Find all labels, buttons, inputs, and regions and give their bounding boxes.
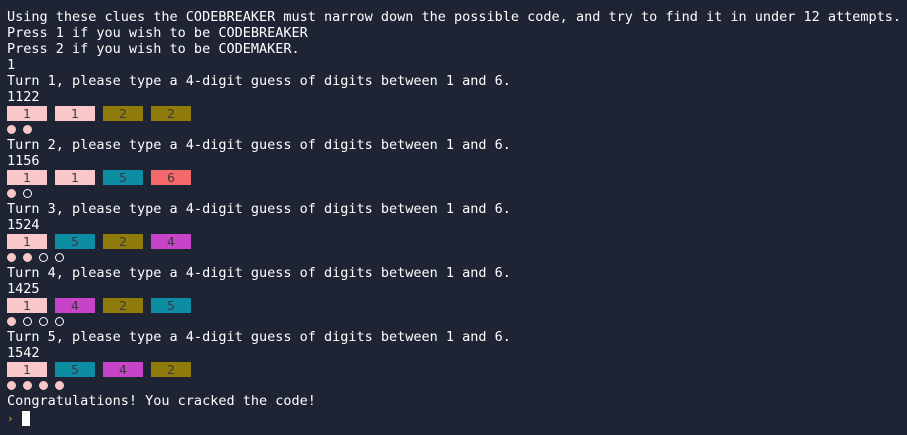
guess-pegs: 1425 <box>7 297 907 313</box>
color-match-circle-icon <box>55 252 64 262</box>
exact-match-dot-icon <box>39 380 48 390</box>
exact-match-dot-icon <box>23 252 32 262</box>
terminal-console[interactable]: Using these clues the CODEBREAKER must n… <box>0 0 907 435</box>
option-codebreaker: Press 1 if you wish to be CODEBREAKER <box>7 25 308 41</box>
color-match-circle-icon <box>39 316 48 326</box>
peg-2: 2 <box>151 361 191 377</box>
peg-5: 5 <box>55 361 95 377</box>
chevron-right-icon: › <box>7 411 14 425</box>
turn-history: Turn 1, please type a 4-digit guess of d… <box>7 73 907 393</box>
intro-instructions: Using these clues the CODEBREAKER must n… <box>7 9 902 25</box>
peg-1: 1 <box>7 233 47 249</box>
peg-4: 4 <box>103 361 143 377</box>
peg-4: 4 <box>55 297 95 313</box>
exact-match-dot-icon <box>7 124 16 134</box>
peg-2: 2 <box>103 105 143 121</box>
result-message: Congratulations! You cracked the code! <box>7 393 316 409</box>
peg-2: 2 <box>151 105 191 121</box>
guess-input: 1156 <box>7 153 40 169</box>
guess-input: 1122 <box>7 89 40 105</box>
option-codemaker: Press 2 if you wish to be CODEMAKER. <box>7 41 300 57</box>
turn-prompt: Turn 3, please type a 4-digit guess of d… <box>7 201 511 217</box>
turn-prompt: Turn 4, please type a 4-digit guess of d… <box>7 265 511 281</box>
exact-match-dot-icon <box>55 380 64 390</box>
peg-1: 1 <box>55 169 95 185</box>
turn-prompt: Turn 5, please type a 4-digit guess of d… <box>7 329 511 345</box>
feedback-row <box>7 377 907 393</box>
peg-1: 1 <box>7 169 47 185</box>
exact-match-dot-icon <box>7 316 16 326</box>
turn-prompt: Turn 1, please type a 4-digit guess of d… <box>7 73 511 89</box>
peg-5: 5 <box>55 233 95 249</box>
exact-match-dot-icon <box>7 188 16 198</box>
color-match-circle-icon <box>23 316 32 326</box>
turn-prompt: Turn 2, please type a 4-digit guess of d… <box>7 137 511 153</box>
guess-input: 1542 <box>7 345 40 361</box>
color-match-circle-icon <box>55 316 64 326</box>
guess-pegs: 1524 <box>7 233 907 249</box>
exact-match-dot-icon <box>23 380 32 390</box>
peg-1: 1 <box>7 361 47 377</box>
peg-6: 6 <box>151 169 191 185</box>
peg-1: 1 <box>7 105 47 121</box>
text-cursor[interactable] <box>21 410 30 426</box>
input-prompt[interactable]: › <box>7 409 907 427</box>
feedback-row <box>7 185 907 201</box>
guess-input: 1524 <box>7 217 40 233</box>
peg-4: 4 <box>151 233 191 249</box>
peg-5: 5 <box>151 297 191 313</box>
guess-pegs: 1122 <box>7 105 907 121</box>
guess-pegs: 1542 <box>7 361 907 377</box>
exact-match-dot-icon <box>7 252 16 262</box>
peg-2: 2 <box>103 233 143 249</box>
feedback-row <box>7 313 907 329</box>
guess-pegs: 1156 <box>7 169 907 185</box>
peg-2: 2 <box>103 297 143 313</box>
role-choice-input: 1 <box>7 57 16 73</box>
guess-input: 1425 <box>7 281 40 297</box>
feedback-row <box>7 249 907 265</box>
exact-match-dot-icon <box>7 380 16 390</box>
color-match-circle-icon <box>39 252 48 262</box>
color-match-circle-icon <box>23 188 32 198</box>
peg-1: 1 <box>55 105 95 121</box>
peg-1: 1 <box>7 297 47 313</box>
feedback-row <box>7 121 907 137</box>
peg-5: 5 <box>103 169 143 185</box>
exact-match-dot-icon <box>23 124 32 134</box>
